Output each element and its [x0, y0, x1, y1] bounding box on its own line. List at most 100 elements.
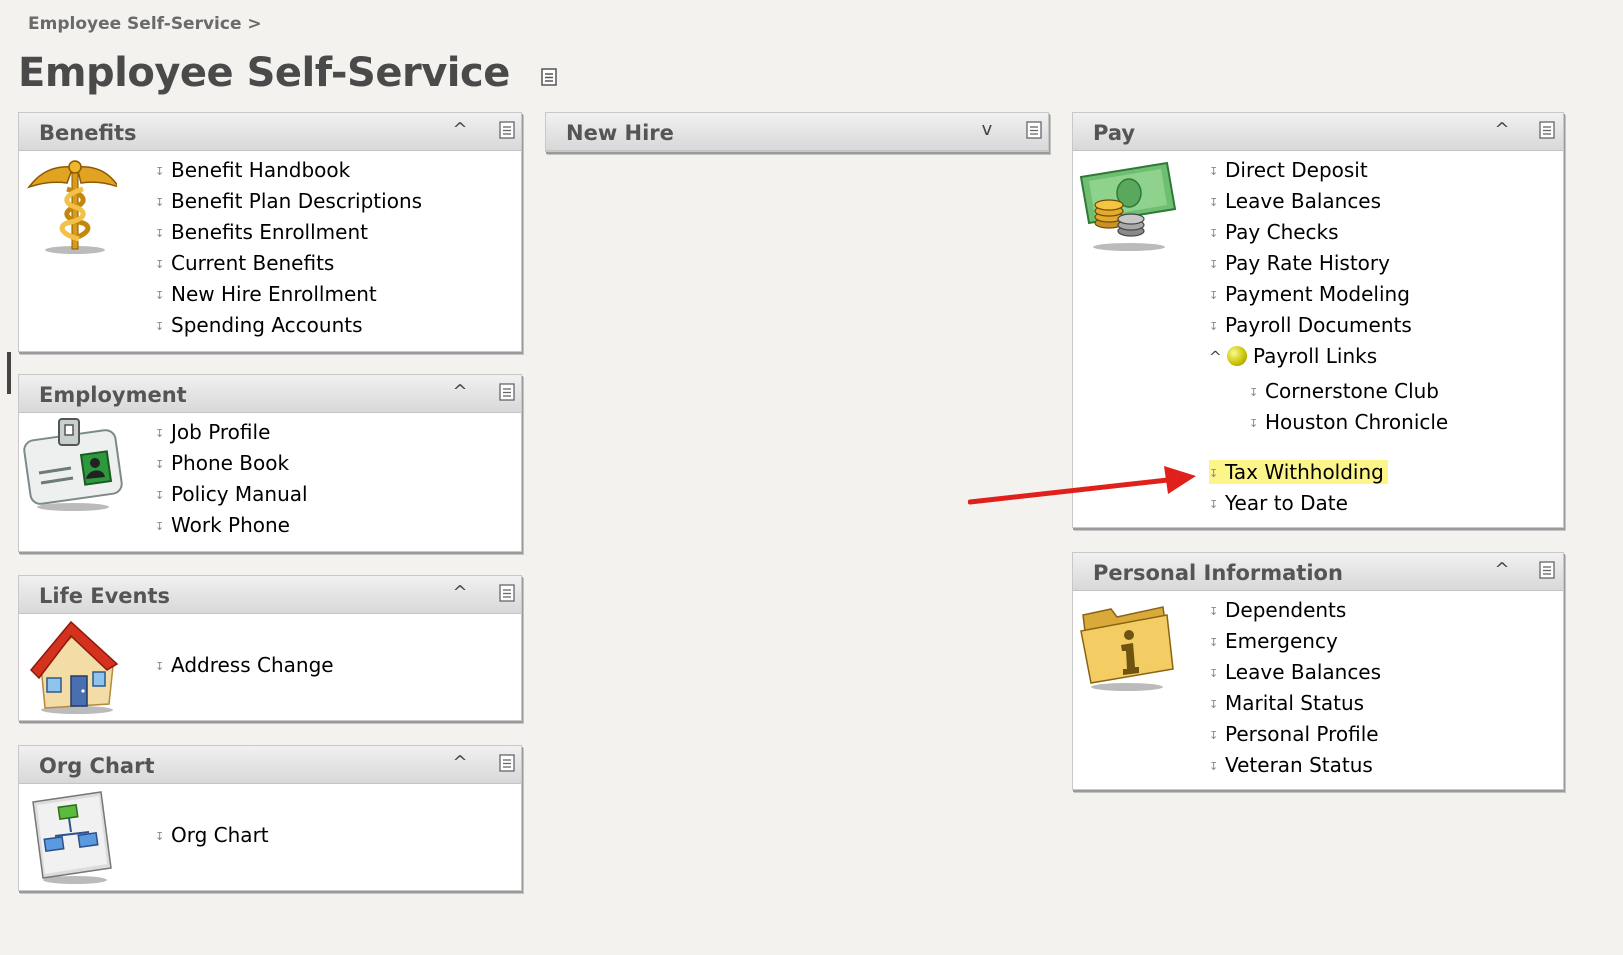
list-item[interactable]: ↧ Pay Checks — [1209, 217, 1448, 248]
panel-title: Employment — [39, 383, 187, 407]
group-collapse-icon[interactable]: ^ — [1209, 342, 1225, 373]
expand-icon[interactable]: v — [976, 119, 998, 141]
house-icon — [27, 618, 121, 720]
benefits-panel-header: Benefits ^ — [19, 113, 521, 151]
list-item[interactable]: ↧ Emergency — [1209, 626, 1381, 657]
list-item[interactable]: ↧ Leave Balances — [1209, 186, 1448, 217]
list-item[interactable]: ↧ Benefits Enrollment — [155, 217, 422, 248]
collapse-icon[interactable]: ^ — [1491, 119, 1513, 141]
list-item[interactable]: ↧ Phone Book — [155, 448, 308, 479]
bullet-arrow-icon: ↧ — [1209, 605, 1219, 618]
link-benefit-handbook[interactable]: Benefit Handbook — [171, 158, 350, 182]
list-item[interactable]: ↧ Cornerstone Club — [1209, 376, 1448, 407]
list-item[interactable]: ↧ Direct Deposit — [1209, 155, 1448, 186]
list-item[interactable]: ↧ Year to Date — [1209, 488, 1448, 519]
id-badge-icon — [23, 417, 123, 517]
panel-menu-icon[interactable] — [499, 383, 515, 401]
panel-menu-icon[interactable] — [499, 584, 515, 602]
link-leave-balances[interactable]: Leave Balances — [1225, 189, 1381, 213]
bullet-arrow-icon: ↧ — [155, 458, 165, 471]
page-title: Employee Self-Service — [18, 50, 510, 96]
bullet-arrow-icon: ↧ — [155, 320, 165, 333]
link-emergency[interactable]: Emergency — [1225, 629, 1338, 653]
pay-links: ↧ Direct Deposit ↧ Leave Balances ↧ Pay Che… — [1209, 155, 1448, 519]
collapse-icon[interactable]: ^ — [449, 381, 471, 403]
bullet-arrow-icon: ↧ — [1209, 320, 1219, 333]
link-benefits-enrollment[interactable]: Benefits Enrollment — [171, 220, 368, 244]
list-item[interactable]: ↧ Work Phone — [155, 510, 308, 541]
panel-title: Pay — [1093, 121, 1136, 145]
collapse-icon[interactable]: ^ — [449, 119, 471, 141]
splitter-handle[interactable] — [7, 352, 11, 394]
collapse-icon[interactable]: ^ — [449, 582, 471, 604]
link-new-hire-enrollment[interactable]: New Hire Enrollment — [171, 282, 377, 306]
link-leave-balances[interactable]: Leave Balances — [1225, 660, 1381, 684]
panel-title: Personal Information — [1093, 561, 1343, 585]
payroll-links-group[interactable]: ^ Payroll Links — [1209, 341, 1448, 372]
link-marital-status[interactable]: Marital Status — [1225, 691, 1364, 715]
yellow-dot-icon — [1227, 345, 1247, 366]
list-item[interactable]: ↧ Current Benefits — [155, 248, 422, 279]
breadcrumb[interactable]: Employee Self-Service > — [28, 14, 262, 34]
list-item[interactable]: ↧ Benefit Handbook — [155, 155, 422, 186]
link-org-chart[interactable]: Org Chart — [171, 823, 269, 847]
link-tax-withholding[interactable]: Tax Withholding — [1225, 460, 1384, 484]
list-item[interactable]: ↧ Marital Status — [1209, 688, 1381, 719]
panel-menu-icon[interactable] — [499, 754, 515, 772]
link-payment-modeling[interactable]: Payment Modeling — [1225, 282, 1410, 306]
link-policy-manual[interactable]: Policy Manual — [171, 482, 308, 506]
list-item[interactable]: ↧ Job Profile — [155, 417, 308, 448]
list-item[interactable]: ↧ Houston Chronicle — [1209, 407, 1448, 438]
list-item[interactable]: ↧ Pay Rate History — [1209, 248, 1448, 279]
link-payroll-links[interactable]: Payroll Links — [1253, 344, 1377, 368]
link-work-phone[interactable]: Work Phone — [171, 513, 290, 537]
list-item[interactable]: ↧ Personal Profile — [1209, 719, 1381, 750]
link-current-benefits[interactable]: Current Benefits — [171, 251, 334, 275]
list-item[interactable]: ↧ Benefit Plan Descriptions — [155, 186, 422, 217]
list-item[interactable]: ↧ Payroll Documents — [1209, 310, 1448, 341]
link-cornerstone-club[interactable]: Cornerstone Club — [1265, 379, 1439, 403]
list-item[interactable]: ↧ Policy Manual — [155, 479, 308, 510]
list-item[interactable]: ↧ Tax Withholding — [1209, 457, 1448, 488]
list-item[interactable]: ↧ Address Change — [155, 650, 334, 681]
link-pay-checks[interactable]: Pay Checks — [1225, 220, 1339, 244]
list-item[interactable]: ↧ Dependents — [1209, 595, 1381, 626]
bullet-arrow-icon: ↧ — [155, 830, 165, 843]
link-benefit-plan-descriptions[interactable]: Benefit Plan Descriptions — [171, 189, 422, 213]
list-item[interactable]: ↧ New Hire Enrollment — [155, 279, 422, 310]
highlight-marker: ↧ Tax Withholding — [1209, 460, 1388, 484]
link-spending-accounts[interactable]: Spending Accounts — [171, 313, 363, 337]
link-address-change[interactable]: Address Change — [171, 653, 334, 677]
list-item[interactable]: ↧ Leave Balances — [1209, 657, 1381, 688]
list-item[interactable]: ↧ Payment Modeling — [1209, 279, 1448, 310]
panel-menu-icon[interactable] — [1539, 561, 1555, 579]
panel-menu-icon[interactable] — [499, 121, 515, 139]
link-year-to-date[interactable]: Year to Date — [1225, 491, 1348, 515]
org-chart-panel: Org Chart ^ ↧ Org Chart — [18, 745, 522, 891]
employment-links: ↧ Job Profile ↧ Phone Book ↧ Policy Manual … — [155, 417, 308, 541]
link-dependents[interactable]: Dependents — [1225, 598, 1346, 622]
list-item[interactable]: ↧ Org Chart — [155, 820, 269, 851]
link-direct-deposit[interactable]: Direct Deposit — [1225, 158, 1368, 182]
bullet-arrow-icon: ↧ — [1209, 667, 1219, 680]
bullet-arrow-icon: ↧ — [155, 520, 165, 533]
list-item[interactable]: ↧ Veteran Status — [1209, 750, 1381, 781]
panel-title: Life Events — [39, 584, 171, 608]
link-veteran-status[interactable]: Veteran Status — [1225, 753, 1373, 777]
collapse-icon[interactable]: ^ — [1491, 559, 1513, 581]
link-houston-chronicle[interactable]: Houston Chronicle — [1265, 410, 1448, 434]
panel-menu-icon[interactable] — [1539, 121, 1555, 139]
pay-panel-header: Pay ^ — [1073, 113, 1563, 151]
link-payroll-documents[interactable]: Payroll Documents — [1225, 313, 1412, 337]
collapse-icon[interactable]: ^ — [449, 752, 471, 774]
employment-panel: Employment ^ ↧ Job Profile ↧ Phone Book ↧ P… — [18, 374, 522, 552]
link-phone-book[interactable]: Phone Book — [171, 451, 289, 475]
employment-panel-header: Employment ^ — [19, 375, 521, 413]
link-job-profile[interactable]: Job Profile — [171, 420, 270, 444]
link-pay-rate-history[interactable]: Pay Rate History — [1225, 251, 1390, 275]
panel-menu-icon[interactable] — [1026, 121, 1042, 139]
link-personal-profile[interactable]: Personal Profile — [1225, 722, 1379, 746]
list-item[interactable]: ↧ Spending Accounts — [155, 310, 422, 341]
page-menu-icon[interactable] — [541, 50, 558, 96]
panel-title: New Hire — [566, 121, 674, 145]
